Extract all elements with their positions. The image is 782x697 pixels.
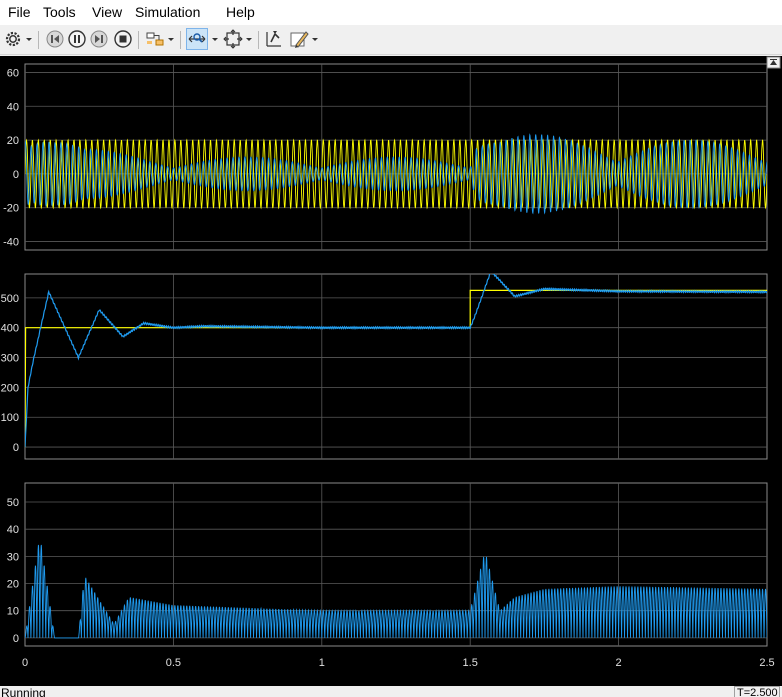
y-tick-label: 200	[1, 382, 19, 394]
status-bar: Running T=2.500	[0, 686, 782, 697]
cursor-measure-icon[interactable]	[263, 28, 285, 50]
y-tick-label: 0	[13, 633, 19, 645]
y-tick-label: 0	[13, 169, 19, 181]
x-tick-label: 1	[319, 657, 325, 669]
toolbar-separator	[180, 31, 181, 49]
settings-gear-icon[interactable]	[2, 28, 24, 50]
scope-axes-2	[24, 273, 768, 460]
scope-canvas: 6040200-20-40500400300200100050403020100…	[1, 56, 781, 669]
y-tick-label: -20	[3, 203, 19, 215]
scope-axes-3	[24, 482, 768, 647]
fit-dropdown-arrow-icon[interactable]	[244, 28, 254, 50]
y-tick-label: 20	[7, 579, 19, 591]
stop-icon[interactable]	[112, 28, 134, 50]
x-tick-label: 2	[616, 657, 622, 669]
y-tick-label: 0	[13, 442, 19, 454]
undock-button[interactable]	[766, 56, 781, 69]
highlight-model-icon[interactable]	[144, 28, 166, 50]
step-back-icon[interactable]	[44, 28, 66, 50]
highlight-dropdown-arrow-icon[interactable]	[166, 28, 176, 50]
x-tick-label: 0.5	[166, 657, 181, 669]
menu-bar: File Tools View Simulation Help	[0, 0, 782, 25]
y-tick-label: 100	[1, 412, 19, 424]
y-tick-label: -40	[3, 237, 19, 249]
style-edit-icon[interactable]	[288, 28, 310, 50]
x-tick-label: 1.5	[463, 657, 478, 669]
pause-icon[interactable]	[66, 28, 88, 50]
step-forward-icon[interactable]	[88, 28, 110, 50]
x-tick-label: 0	[22, 657, 28, 669]
menu-simulation[interactable]: Simulation	[135, 4, 200, 21]
menu-help[interactable]: Help	[226, 4, 255, 21]
style-dropdown-arrow-icon[interactable]	[310, 28, 320, 50]
x-tick-label: 2.5	[759, 657, 774, 669]
settings-dropdown-arrow-icon[interactable]	[24, 28, 34, 50]
y-tick-label: 40	[7, 524, 19, 536]
y-tick-label: 30	[7, 551, 19, 563]
y-tick-label: 400	[1, 323, 19, 335]
y-tick-label: 20	[7, 135, 19, 147]
scope-display: 60 40 20 0 -20 -40 500 400 300 200 100 0 50 40 30 20 10 0…	[0, 56, 782, 686]
menu-tools[interactable]: Tools	[43, 4, 76, 21]
toolbar-separator	[138, 31, 139, 49]
y-tick-label: 500	[1, 293, 19, 305]
zoom-x-icon[interactable]	[186, 28, 208, 50]
toolbar-separator	[258, 31, 259, 49]
zoom-dropdown-arrow-icon[interactable]	[210, 28, 220, 50]
fit-to-view-icon[interactable]	[222, 28, 244, 50]
menu-file[interactable]: File	[8, 4, 31, 21]
status-text: Running	[1, 686, 46, 697]
toolbar-separator	[38, 31, 39, 49]
menu-view[interactable]: View	[92, 4, 122, 21]
y-tick-label: 10	[7, 606, 19, 618]
y-tick-label: 300	[1, 353, 19, 365]
y-tick-label: 50	[7, 497, 19, 509]
toolbar	[0, 25, 782, 55]
y-tick-label: 40	[7, 101, 19, 113]
simulation-time: T=2.500	[734, 686, 780, 697]
y-tick-label: 60	[7, 67, 19, 79]
